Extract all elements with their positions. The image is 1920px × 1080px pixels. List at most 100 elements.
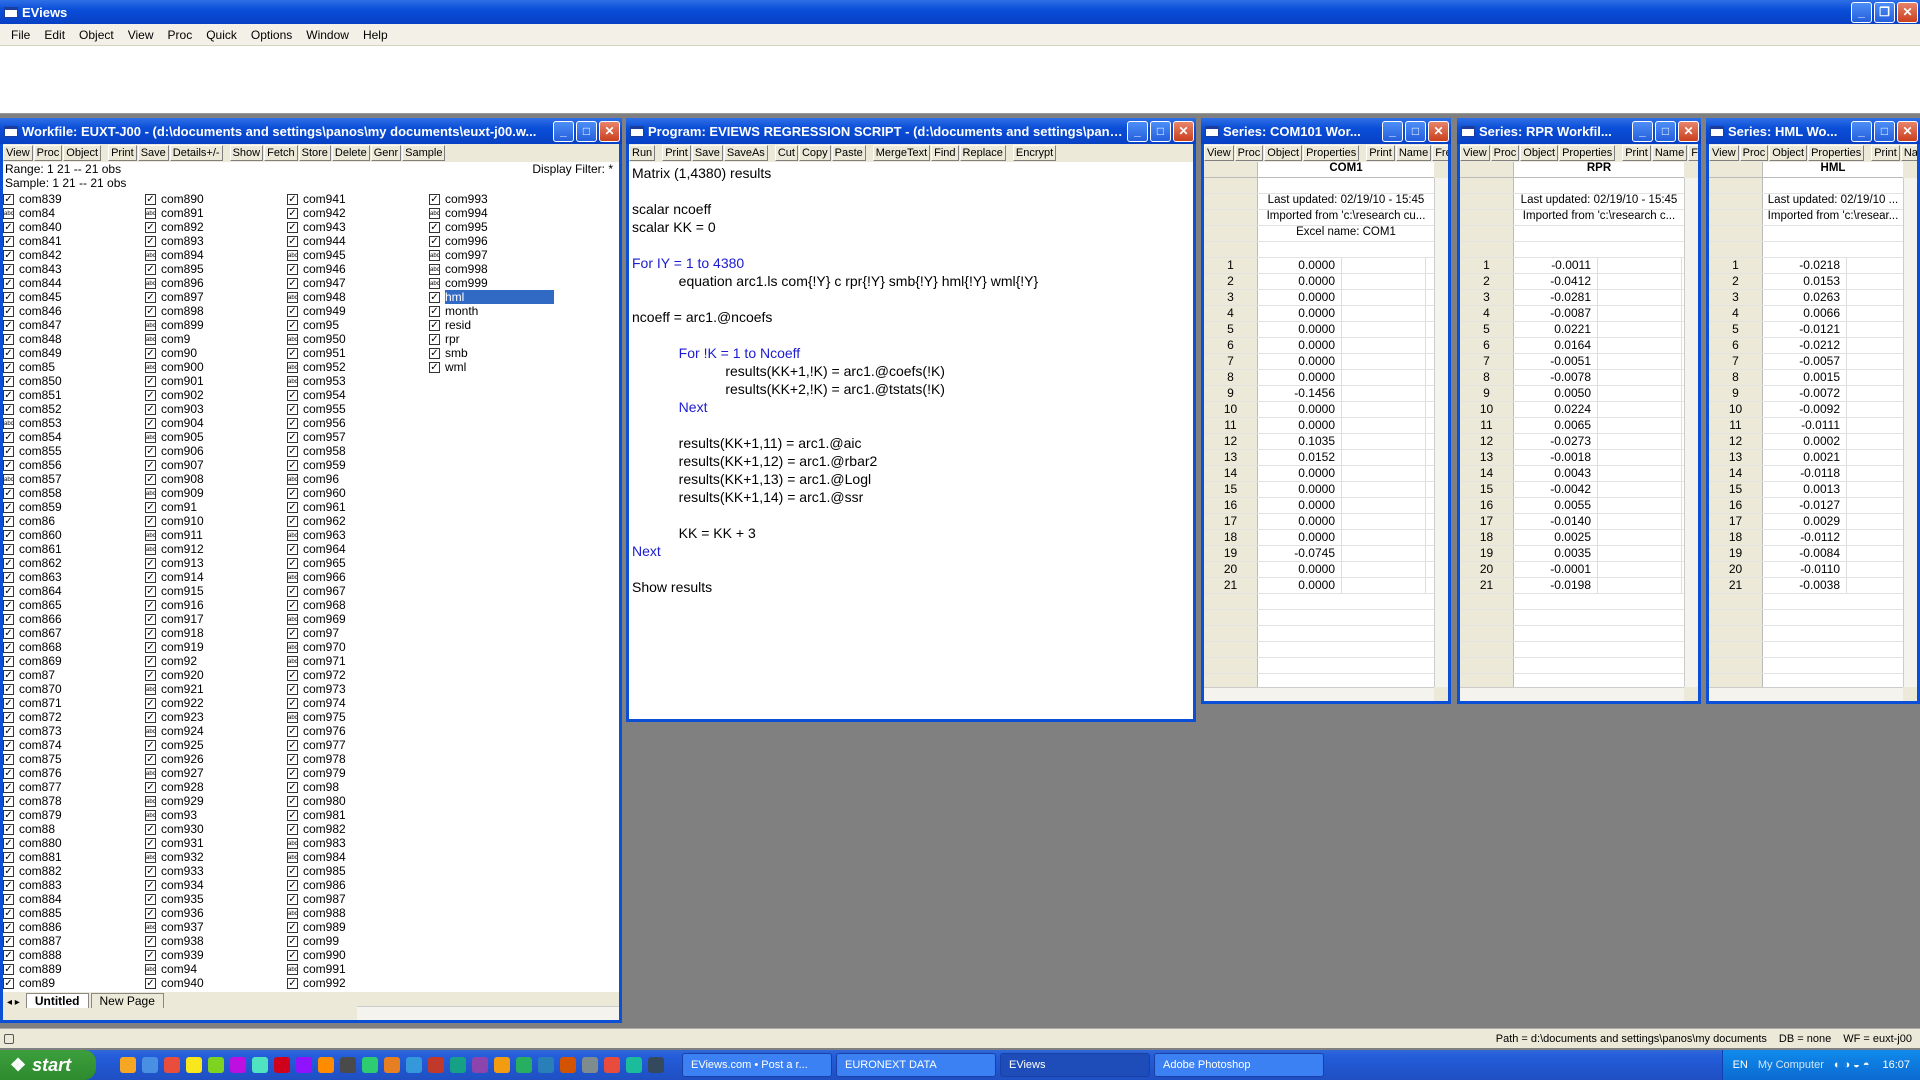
workfile-object[interactable]: com844 — [3, 276, 62, 290]
toolbar-object-button[interactable]: Object — [63, 145, 102, 161]
value-cell[interactable]: 0.0000 — [1258, 258, 1342, 273]
horizontal-scrollbar[interactable] — [1204, 687, 1434, 701]
value-cell[interactable]: -0.0051 — [1514, 354, 1598, 369]
minimize-icon[interactable]: _ — [553, 120, 574, 142]
workfile-object[interactable]: com890 — [145, 192, 204, 206]
workfile-object[interactable]: com967 — [287, 584, 346, 598]
close-icon[interactable]: ✕ — [1678, 120, 1699, 142]
workfile-object[interactable]: com906 — [145, 444, 204, 458]
table-row[interactable]: 3 0.0263 — [1709, 290, 1903, 306]
workfile-object[interactable]: com991 — [287, 962, 346, 976]
value-cell[interactable]: 0.0000 — [1258, 530, 1342, 545]
taskbar-task[interactable]: EViews.com • Post a r... — [682, 1053, 832, 1077]
quick-launch-icon[interactable] — [560, 1057, 576, 1073]
table-row[interactable]: 6 0.0000 — [1204, 338, 1434, 354]
workfile-object[interactable]: com938 — [145, 934, 204, 948]
quick-launch-icon[interactable] — [230, 1057, 246, 1073]
workfile-object[interactable]: com950 — [287, 332, 346, 346]
workfile-horizontal-scrollbar[interactable] — [357, 1006, 619, 1020]
minimize-icon[interactable]: _ — [1127, 120, 1148, 142]
quick-launch-icon[interactable] — [604, 1057, 620, 1073]
toolbar-proc-button[interactable]: Proc — [33, 145, 63, 161]
table-row[interactable]: 13 -0.0018 — [1460, 450, 1684, 466]
vertical-scrollbar[interactable] — [1684, 178, 1698, 687]
workfile-object[interactable]: com898 — [145, 304, 204, 318]
minimize-icon[interactable]: _ — [1632, 120, 1653, 142]
workfile-object[interactable]: com92 — [145, 654, 204, 668]
workfile-object[interactable]: com969 — [287, 612, 346, 626]
value-cell[interactable]: 0.0000 — [1258, 402, 1342, 417]
workfile-object[interactable]: com876 — [3, 766, 62, 780]
workfile-object[interactable]: com899 — [145, 318, 204, 332]
toolbar-properties-button[interactable]: Properties — [1559, 145, 1616, 161]
toolbar-properties-button[interactable]: Properties — [1808, 145, 1865, 161]
tab-nav-arrows-icon[interactable]: ◂ ▸ — [3, 997, 24, 1008]
quick-launch-icon[interactable] — [582, 1057, 598, 1073]
workfile-object[interactable]: com865 — [3, 598, 62, 612]
quick-launch-icon[interactable] — [120, 1057, 136, 1073]
toolbar-print-button[interactable]: Print — [1622, 145, 1651, 161]
language-indicator[interactable]: EN — [1733, 1059, 1748, 1071]
workfile-object[interactable]: com986 — [287, 878, 346, 892]
workfile-object[interactable]: com94 — [145, 962, 204, 976]
workfile-object[interactable]: com84 — [3, 206, 62, 220]
value-cell[interactable]: 0.0025 — [1514, 530, 1598, 545]
value-cell[interactable]: -0.0121 — [1763, 322, 1847, 337]
value-cell[interactable]: -0.0011 — [1514, 258, 1598, 273]
workfile-object[interactable]: com942 — [287, 206, 346, 220]
workfile-object[interactable]: com945 — [287, 248, 346, 262]
maximize-icon[interactable]: □ — [1405, 120, 1426, 142]
workfile-object[interactable]: com911 — [145, 528, 204, 542]
toolbar-replace-button[interactable]: Replace — [959, 145, 1006, 161]
menu-quick[interactable]: Quick — [199, 28, 244, 42]
toolbar-object-button[interactable]: Object — [1264, 145, 1303, 161]
table-row[interactable]: 12 0.0002 — [1709, 434, 1903, 450]
workfile-object[interactable]: com993 — [429, 192, 554, 206]
workfile-object[interactable]: com996 — [429, 234, 554, 248]
value-cell[interactable]: -0.0018 — [1514, 450, 1598, 465]
workfile-object[interactable]: com939 — [145, 948, 204, 962]
toolbar-freez-button[interactable]: Freez — [1432, 145, 1448, 161]
workfile-object[interactable]: com981 — [287, 808, 346, 822]
start-button[interactable]: ❖ start — [0, 1050, 96, 1080]
toolbar-save-button[interactable]: Save — [137, 145, 169, 161]
workfile-object[interactable]: com943 — [287, 220, 346, 234]
toolbar-name-button[interactable]: Name — [1900, 145, 1917, 161]
workfile-object[interactable]: com971 — [287, 654, 346, 668]
toolbar-store-button[interactable]: Store — [298, 145, 331, 161]
workfile-object[interactable]: com843 — [3, 262, 62, 276]
value-cell[interactable]: 0.0263 — [1763, 290, 1847, 305]
workfile-object[interactable]: com88 — [3, 822, 62, 836]
quick-launch-icon[interactable] — [318, 1057, 334, 1073]
workfile-object[interactable]: com875 — [3, 752, 62, 766]
workfile-object[interactable]: com972 — [287, 668, 346, 682]
quick-launch-icon[interactable] — [208, 1057, 224, 1073]
value-cell[interactable]: -0.0087 — [1514, 306, 1598, 321]
value-cell[interactable]: -0.0218 — [1763, 258, 1847, 273]
workfile-object[interactable]: com998 — [429, 262, 554, 276]
value-cell[interactable]: 0.0013 — [1763, 482, 1847, 497]
table-row[interactable]: 19 -0.0745 — [1204, 546, 1434, 562]
table-row[interactable]: 19 -0.0084 — [1709, 546, 1903, 562]
series-spreadsheet[interactable]: RPR Last updated: 02/19/10 - 15:45 Importe… — [1460, 162, 1684, 687]
workfile-object[interactable]: com926 — [145, 752, 204, 766]
table-row[interactable]: 11 0.0000 — [1204, 418, 1434, 434]
toolbar-name-button[interactable]: Name — [1395, 145, 1432, 161]
quick-launch-icon[interactable] — [362, 1057, 378, 1073]
workfile-object[interactable]: com992 — [287, 976, 346, 990]
table-row[interactable]: 8 0.0015 — [1709, 370, 1903, 386]
workfile-object[interactable]: com845 — [3, 290, 62, 304]
table-row[interactable]: 12 0.1035 — [1204, 434, 1434, 450]
workfile-object[interactable]: com873 — [3, 724, 62, 738]
workfile-object[interactable]: com97 — [287, 626, 346, 640]
vertical-scrollbar[interactable] — [1903, 178, 1917, 687]
workfile-object[interactable]: com980 — [287, 794, 346, 808]
value-cell[interactable]: 0.0152 — [1258, 450, 1342, 465]
workfile-object[interactable]: com933 — [145, 864, 204, 878]
workfile-object[interactable]: com878 — [3, 794, 62, 808]
workfile-object[interactable]: com9 — [145, 332, 204, 346]
workfile-object[interactable]: com902 — [145, 388, 204, 402]
tab-new-page[interactable]: New Page — [90, 993, 164, 1008]
quick-launch-icon[interactable] — [142, 1057, 158, 1073]
tab-untitled[interactable]: Untitled — [25, 993, 89, 1008]
